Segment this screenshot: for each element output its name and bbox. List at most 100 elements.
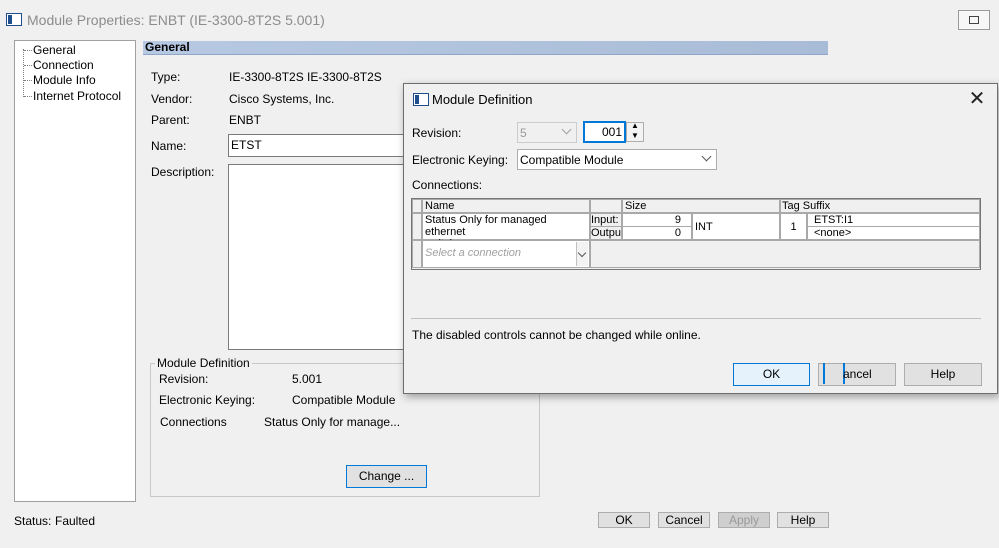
type-label: Type: [151, 70, 181, 84]
dialog-title: Module Definition [432, 92, 533, 107]
connections-grid: Name Size Tag Suffix Status Only for man… [411, 198, 981, 270]
tree-connector [23, 49, 25, 97]
input-size-cell[interactable]: 9 [622, 213, 692, 227]
input-tag: ETST:I1 [814, 214, 854, 226]
close-icon[interactable]: ✕ [967, 89, 987, 109]
tree-item-general[interactable]: General [33, 43, 76, 57]
connection-name-cell[interactable]: Status Only for managed ethernet switch [422, 213, 590, 250]
empty-row-area [590, 240, 980, 268]
vendor-label: Vendor: [151, 92, 193, 106]
window-titlebar: Module Properties: ENBT (IE-3300-8T2S 5.… [0, 0, 999, 38]
dialog-cancel-label: ancel [843, 367, 872, 381]
window-title: Module Properties: ENBT (IE-3300-8T2S 5.… [27, 12, 325, 28]
name-field[interactable]: ETST [228, 134, 406, 157]
input-label: Input: [591, 214, 619, 226]
connection-name-line1: Status Only for managed ethernet [425, 214, 547, 238]
description-label: Description: [151, 165, 215, 179]
chevron-down-icon [577, 248, 587, 258]
row-header [412, 240, 422, 268]
tree-item-internet-protocol[interactable]: Internet Protocol [33, 89, 121, 103]
tree-connector [24, 50, 32, 51]
grid-header-tag-suffix: Tag Suffix [780, 199, 980, 213]
tree-connector [24, 65, 32, 66]
grid-corner [412, 199, 422, 213]
count-cell: 1 [780, 213, 807, 240]
count: 1 [790, 221, 797, 233]
grid-header-size: Size [622, 199, 780, 213]
grid-header-blank [590, 199, 622, 213]
dialog-ok-button[interactable]: OK [733, 363, 810, 386]
chevron-down-icon [701, 151, 712, 162]
chevron-down-icon [561, 124, 572, 135]
select-connection-placeholder: Select a connection [425, 247, 522, 259]
module-definition-dialog: Module Definition ✕ Revision: 5 001 ▲ ▼ … [403, 83, 998, 394]
status-value: Faulted [55, 514, 96, 528]
output-label: Outpu [591, 227, 621, 239]
spin-up-icon[interactable]: ▲ [631, 121, 639, 130]
dialog-cancel-button[interactable]: ancel [818, 363, 896, 386]
tree-item-module-info[interactable]: Module Info [33, 73, 96, 87]
ok-button[interactable]: OK [598, 512, 650, 528]
input-tag-cell: ETST:I1 [807, 213, 980, 227]
category-tree: General Connection Module Info Internet … [14, 40, 136, 502]
data-type-cell[interactable]: INT [692, 213, 780, 240]
output-tag: <none> [814, 227, 852, 239]
dialog-help-button[interactable]: Help [904, 363, 982, 386]
type-value: IE-3300-8T2S IE-3300-8T2S [229, 70, 382, 84]
md-connections-value: Status Only for manage... [264, 415, 401, 429]
tree-connector [24, 96, 32, 97]
md-keying-label: Electronic Keying: [159, 393, 256, 407]
status-label: Status: [14, 514, 52, 528]
module-icon [6, 13, 22, 26]
revision-major-value: 5 [520, 126, 527, 140]
md-keying-value: Compatible Module [292, 393, 396, 407]
grid-header-name: Name [422, 199, 590, 213]
md-revision-label: Revision: [159, 372, 209, 386]
vendor-value: Cisco Systems, Inc. [229, 92, 335, 106]
electronic-keying-select[interactable]: Compatible Module [517, 149, 717, 170]
dlg-keying-label: Electronic Keying: [412, 153, 509, 167]
apply-button[interactable]: Apply [718, 512, 770, 528]
keying-select-value: Compatible Module [520, 153, 624, 167]
section-title: General [145, 40, 190, 54]
dlg-revision-label: Revision: [412, 126, 462, 140]
output-tag-cell: <none> [807, 226, 980, 240]
module-definition-title: Module Definition [155, 356, 252, 370]
parent-value: ENBT [229, 113, 262, 127]
tree-item-connection[interactable]: Connection [33, 58, 94, 72]
output-size: 0 [674, 227, 681, 239]
revision-spinner[interactable]: ▲ ▼ [626, 121, 644, 142]
output-label-cell: Outpu [590, 226, 622, 240]
name-label: Name: [151, 139, 187, 153]
grid-header-size-text: Size [625, 200, 647, 212]
help-button[interactable]: Help [777, 512, 829, 528]
description-field[interactable] [228, 164, 406, 350]
select-connection-combo[interactable]: Select a connection [422, 240, 590, 268]
data-type: INT [695, 221, 713, 233]
md-revision-value: 5.001 [292, 372, 323, 386]
spin-down-icon[interactable]: ▼ [631, 131, 639, 140]
separator [411, 318, 981, 319]
online-note: The disabled controls cannot be changed … [412, 328, 701, 342]
focus-marker [823, 363, 845, 384]
input-label-cell: Input: [590, 213, 622, 227]
row-header[interactable] [412, 213, 422, 240]
parent-label: Parent: [151, 113, 190, 127]
tree-connector [24, 80, 32, 81]
restore-window-button[interactable] [958, 10, 990, 30]
name-field-value: ETST [231, 138, 262, 152]
change-button[interactable]: Change ... [346, 465, 427, 488]
grid-header-tag-text: Tag Suffix [782, 200, 831, 212]
md-connections-label: Connections [160, 415, 227, 429]
cancel-button[interactable]: Cancel [658, 512, 710, 528]
dropdown-button[interactable] [576, 242, 588, 266]
revision-major-select: 5 [517, 122, 577, 143]
revision-minor-input[interactable]: 001 [583, 121, 626, 143]
input-size: 9 [674, 214, 681, 226]
general-section-header: General [143, 41, 828, 55]
output-size-cell[interactable]: 0 [622, 226, 692, 240]
dlg-connections-label: Connections: [412, 178, 483, 192]
revision-minor-value: 001 [602, 125, 623, 139]
module-icon [413, 93, 429, 106]
grid-header-name-text: Name [425, 200, 455, 212]
